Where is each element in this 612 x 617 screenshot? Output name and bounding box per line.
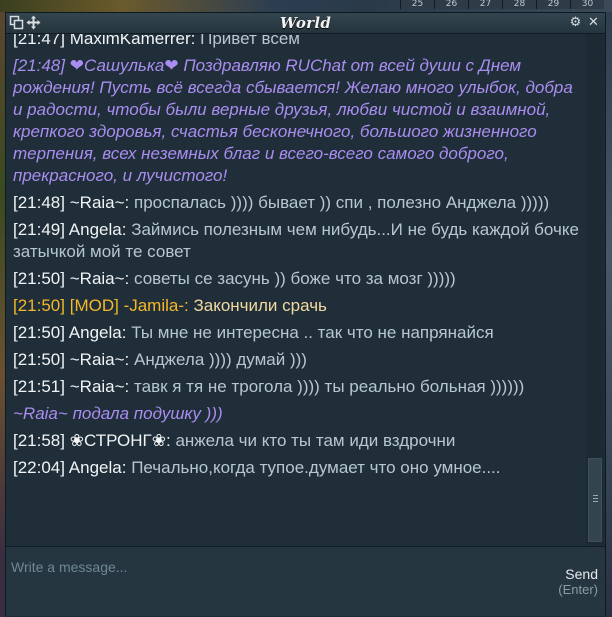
close-icon[interactable]: ✕ <box>586 15 601 30</box>
chat-titlebar[interactable]: World ⚙ ✕ <box>6 13 605 34</box>
chat-message: [21:51] ~Raia~: тавк я тя не трогола )))… <box>13 377 525 396</box>
grip-icon <box>593 495 598 504</box>
chat-emote: ~Raia~ подала подушку ))) <box>13 404 223 423</box>
scrollbar-thumb[interactable] <box>588 458 602 542</box>
chat-message: [21:58] ❀СТРОНГ❀: анжела чи кто ты там и… <box>13 431 456 450</box>
gear-icon[interactable]: ⚙ <box>568 15 583 30</box>
message-scrollbar[interactable] <box>586 34 604 545</box>
chat-message: [21:48] ~Raia~: проспалась )))) бывает )… <box>13 193 550 212</box>
game-background-right <box>606 12 612 617</box>
chat-message: [22:04] Angela: Печально,когда тупое.дум… <box>13 458 501 477</box>
chat-message: [21:47] MaximKamerrer: Привет всем <box>13 34 300 48</box>
send-label: Send <box>565 566 598 582</box>
chat-message: [21:50] ~Raia~: советы се засунь )) боже… <box>13 269 456 288</box>
send-hint: (Enter) <box>558 582 598 597</box>
day-tab[interactable]: 27 <box>468 0 502 9</box>
send-button[interactable]: Send (Enter) <box>558 566 598 598</box>
day-tab[interactable]: 25 <box>400 0 434 9</box>
chat-message: [21:48] ❤Сашулька❤ Поздравляю RUChat от … <box>13 56 573 185</box>
day-tab[interactable]: 30 <box>570 0 604 9</box>
message-list[interactable]: [21:47] MaximKamerrer: Привет всем [21:4… <box>6 34 584 545</box>
chat-title: World <box>279 14 332 32</box>
message-input[interactable]: Write a message... <box>11 559 541 579</box>
chat-message: [21:50] Angela: Ты мне не интересна .. т… <box>13 323 494 342</box>
day-tabs: 25 26 27 28 29 30 <box>400 0 604 9</box>
day-tab[interactable]: 29 <box>536 0 570 9</box>
message-composer: Write a message... Send (Enter) <box>6 546 605 616</box>
chat-window: World ⚙ ✕ [21:47] MaximKamerrer: Привет … <box>5 12 606 616</box>
day-tab[interactable]: 28 <box>502 0 536 9</box>
chat-message: [21:49] Angela: Займись полезным чем ниб… <box>13 220 579 261</box>
chat-message: [21:50] ~Raia~: Анджела )))) думай ))) <box>13 350 307 369</box>
chat-message: [21:50] [MOD] -Jamila-: Закончили срачь <box>13 296 327 315</box>
day-tab[interactable]: 26 <box>434 0 468 9</box>
